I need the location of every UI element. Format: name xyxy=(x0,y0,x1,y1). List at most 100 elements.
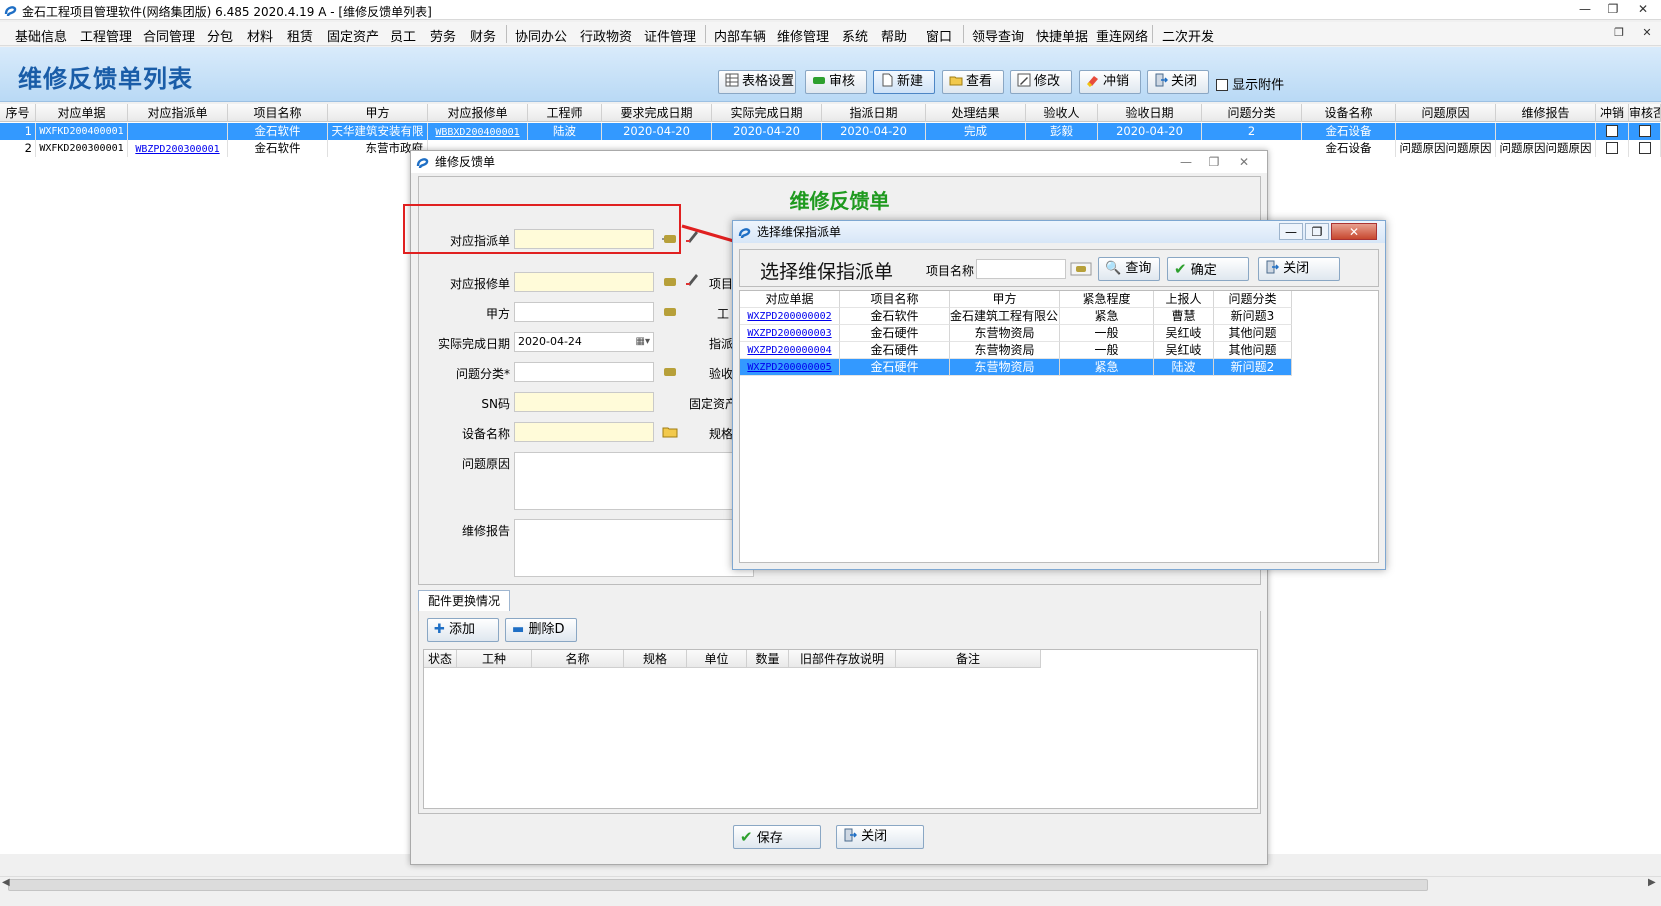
menu-reconnect[interactable]: 重连网络 xyxy=(1096,26,1148,45)
clear-brush-icon[interactable] xyxy=(684,272,702,286)
menu-system[interactable]: 系统 xyxy=(842,26,868,45)
menu-secondary-dev[interactable]: 二次开发 xyxy=(1162,26,1214,45)
audited-checkbox[interactable] xyxy=(1638,142,1651,154)
close-list-button[interactable]: 关闭 xyxy=(1147,70,1209,94)
show-attachments-checkbox[interactable] xyxy=(1216,79,1228,91)
minimize-icon[interactable]: — xyxy=(1572,0,1598,18)
party-field[interactable] xyxy=(514,302,654,322)
col-engineer[interactable]: 工程师 xyxy=(528,104,602,122)
assignment-row[interactable]: WXZPD200000003 金石硬件 东营物资局 一般 吴红岐 其他问题 xyxy=(740,325,1292,342)
sel-col-category[interactable]: 问题分类 xyxy=(1214,291,1292,308)
parts-col-unit[interactable]: 单位 xyxy=(687,650,747,668)
menu-contract-mgmt[interactable]: 合同管理 xyxy=(143,26,195,45)
close-icon[interactable]: ✕ xyxy=(1331,223,1377,240)
col-reversed[interactable]: 冲销 xyxy=(1596,104,1629,122)
close-icon[interactable]: ✕ xyxy=(1231,151,1257,173)
assign-link[interactable]: WBZPD200300001 xyxy=(135,144,219,155)
assignment-row[interactable]: WXZPD200000004 金石硬件 东营物资局 一般 吴红岐 其他问题 xyxy=(740,342,1292,359)
parts-col-name[interactable]: 名称 xyxy=(532,650,624,668)
col-report[interactable]: 维修报告 xyxy=(1496,104,1596,122)
query-button[interactable]: 🔍 查询 xyxy=(1098,257,1160,281)
menu-subcontract[interactable]: 分包 xyxy=(207,26,233,45)
new-button[interactable]: 新建 xyxy=(873,70,935,94)
col-repair[interactable]: 对应报修单 xyxy=(428,104,528,122)
assignment-row[interactable]: WXZPD200000005 金石硬件 东营物资局 紧急 陆波 新问题2 xyxy=(740,359,1292,376)
calendar-dropdown-icon[interactable]: ▦▾ xyxy=(636,333,650,351)
col-accept-date[interactable]: 验收日期 xyxy=(1098,104,1202,122)
col-result[interactable]: 处理结果 xyxy=(926,104,1026,122)
menu-material[interactable]: 材料 xyxy=(247,26,273,45)
confirm-button[interactable]: ✔ 确定 xyxy=(1167,257,1249,281)
menu-finance[interactable]: 财务 xyxy=(470,26,496,45)
sel-cell-doc[interactable]: WXZPD200000004 xyxy=(740,342,840,359)
menu-lease[interactable]: 租赁 xyxy=(287,26,313,45)
menu-leader-query[interactable]: 领导查询 xyxy=(972,26,1024,45)
col-assign-date[interactable]: 指派日期 xyxy=(822,104,926,122)
save-button[interactable]: ✔ 保存 xyxy=(733,825,821,849)
child-close-icon[interactable]: ✕ xyxy=(1634,24,1660,42)
col-device[interactable]: 设备名称 xyxy=(1302,104,1396,122)
lookup-hand-icon[interactable] xyxy=(1070,262,1092,276)
sel-cell-doc[interactable]: WXZPD200000003 xyxy=(740,325,840,342)
audited-checkbox[interactable] xyxy=(1638,125,1651,137)
parts-col-old-storage[interactable]: 旧部件存放说明 xyxy=(789,650,896,668)
sel-cell-doc[interactable]: WXZPD200000005 xyxy=(740,359,840,376)
col-no[interactable]: 序号 xyxy=(0,104,36,122)
project-name-input[interactable] xyxy=(976,259,1066,279)
menu-help[interactable]: 帮助 xyxy=(881,26,907,45)
menu-collab-office[interactable]: 协同办公 xyxy=(515,26,567,45)
col-party[interactable]: 甲方 xyxy=(328,104,428,122)
menu-staff[interactable]: 员工 xyxy=(390,26,416,45)
minimize-icon[interactable]: — xyxy=(1279,223,1303,240)
cause-textarea[interactable] xyxy=(514,452,754,510)
sel-col-urgency[interactable]: 紧急程度 xyxy=(1060,291,1154,308)
parts-col-qty[interactable]: 数量 xyxy=(747,650,789,668)
reversed-checkbox[interactable] xyxy=(1606,125,1618,137)
table-row[interactable]: 1 WXFKD200400001 金石软件 天华建筑安装有限 WBBXD2004… xyxy=(0,123,1661,140)
category-field[interactable] xyxy=(514,362,654,382)
lookup-hand-icon[interactable] xyxy=(661,275,679,289)
delete-part-button[interactable]: ▬ 删除D xyxy=(505,618,577,642)
horizontal-scrollbar[interactable]: ◀ ▶ xyxy=(0,876,1661,892)
col-acceptor[interactable]: 验收人 xyxy=(1026,104,1098,122)
parts-col-spec[interactable]: 规格 xyxy=(624,650,687,668)
scroll-right-icon[interactable]: ▶ xyxy=(1648,877,1656,888)
view-button[interactable]: 查看 xyxy=(942,70,1004,94)
col-cause[interactable]: 问题原因 xyxy=(1396,104,1496,122)
lookup-hand-icon[interactable] xyxy=(661,365,679,379)
col-assign[interactable]: 对应指派单 xyxy=(128,104,228,122)
menu-admin-supplies[interactable]: 行政物资 xyxy=(580,26,632,45)
sel-col-party[interactable]: 甲方 xyxy=(950,291,1060,308)
reverse-button[interactable]: 冲销 xyxy=(1079,70,1141,94)
parts-col-note[interactable]: 备注 xyxy=(896,650,1041,668)
menu-maintenance[interactable]: 维修管理 xyxy=(777,26,829,45)
add-part-button[interactable]: ✚ 添加 xyxy=(427,618,499,642)
device-field[interactable] xyxy=(514,422,654,442)
actual-date-field[interactable]: 2020-04-24 ▦▾ xyxy=(514,332,654,352)
parts-col-status[interactable]: 状态 xyxy=(424,650,457,668)
col-category[interactable]: 问题分类 xyxy=(1202,104,1302,122)
sel-col-project[interactable]: 项目名称 xyxy=(840,291,950,308)
menu-vehicles[interactable]: 内部车辆 xyxy=(714,26,766,45)
close-dialog-button[interactable]: 关闭 xyxy=(1258,257,1340,281)
menu-project-mgmt[interactable]: 工程管理 xyxy=(80,26,132,45)
lookup-hand-icon[interactable] xyxy=(661,305,679,319)
tab-parts-replacement[interactable]: 配件更换情况 xyxy=(418,590,510,612)
repair-field[interactable] xyxy=(514,272,654,292)
sn-field[interactable] xyxy=(514,392,654,412)
col-project[interactable]: 项目名称 xyxy=(228,104,328,122)
col-audited[interactable]: 审核否 xyxy=(1629,104,1661,122)
menu-certificates[interactable]: 证件管理 xyxy=(644,26,696,45)
close-icon[interactable]: ✕ xyxy=(1630,0,1656,18)
menu-quick-docs[interactable]: 快捷单据 xyxy=(1036,26,1088,45)
menu-window[interactable]: 窗口 xyxy=(926,26,952,45)
scroll-left-icon[interactable]: ◀ xyxy=(2,877,10,888)
assignment-row[interactable]: WXZPD200000002 金石软件 金石建筑工程有限公司 紧急 曹慧 新问题3 xyxy=(740,308,1292,325)
close-form-button[interactable]: 关闭 xyxy=(836,825,924,849)
edit-button[interactable]: 修改 xyxy=(1010,70,1072,94)
child-restore-icon[interactable]: ❐ xyxy=(1606,24,1632,42)
report-textarea[interactable] xyxy=(514,519,754,577)
reversed-checkbox[interactable] xyxy=(1606,142,1618,154)
scrollbar-thumb[interactable] xyxy=(8,879,1428,891)
col-act-date[interactable]: 实际完成日期 xyxy=(712,104,822,122)
